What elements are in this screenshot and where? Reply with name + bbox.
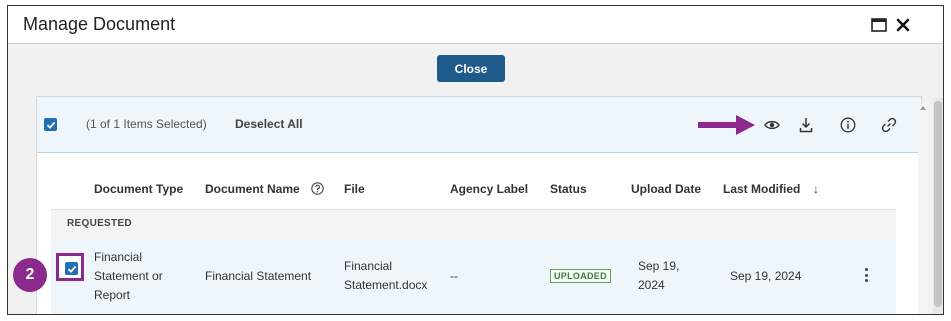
outer-scrollbar[interactable] — [933, 98, 943, 314]
cell-agency-label: -- — [450, 269, 458, 283]
row-checkbox[interactable] — [65, 262, 78, 275]
row-actions-kebab-icon[interactable] — [862, 266, 870, 284]
maximize-icon[interactable] — [869, 15, 889, 35]
info-icon[interactable] — [839, 116, 857, 134]
sort-down-icon[interactable]: ↓ — [813, 182, 819, 196]
help-circle-icon[interactable] — [311, 182, 324, 200]
header-document-type[interactable]: Document Type — [94, 182, 183, 196]
scroll-up-icon[interactable] — [920, 106, 926, 110]
group-label: REQUESTED — [67, 218, 132, 229]
header-agency-label[interactable]: Agency Label — [450, 182, 528, 196]
header-last-modified[interactable]: Last Modified — [723, 182, 800, 196]
download-icon[interactable] — [797, 116, 815, 134]
select-all-checkbox[interactable] — [44, 118, 57, 131]
annotation-arrow-icon — [698, 114, 756, 141]
close-button[interactable]: Close — [437, 55, 505, 82]
close-dialog-icon[interactable] — [893, 15, 913, 35]
cell-document-name: Financial Statement — [205, 269, 312, 283]
dialog-title: Manage Document — [23, 14, 176, 34]
cell-upload-date: Sep 19, 2024 — [638, 259, 680, 292]
manage-document-dialog: Manage Document Close (1 of 1 Items Sele… — [7, 5, 944, 315]
cell-document-type: Financial Statement or Report — [94, 250, 163, 302]
row-checkbox-highlight — [56, 253, 84, 281]
status-badge: UPLOADED — [550, 269, 611, 283]
documents-table: Document Type Document Name File Agency … — [51, 169, 896, 314]
outer-scrollbar-thumb[interactable] — [934, 101, 942, 307]
deselect-all-link[interactable]: Deselect All — [235, 117, 303, 131]
header-status[interactable]: Status — [550, 182, 587, 196]
group-row-requested: REQUESTED — [51, 210, 896, 238]
selection-bar: (1 of 1 Items Selected) Deselect All — [37, 97, 921, 153]
dialog-titlebar: Manage Document — [8, 6, 943, 44]
document-panel: (1 of 1 Items Selected) Deselect All Doc… — [36, 96, 922, 314]
header-document-name[interactable]: Document Name — [205, 182, 300, 196]
step-number-badge: 2 — [13, 258, 47, 292]
inner-scrollbar[interactable] — [918, 104, 928, 314]
selection-count: (1 of 1 Items Selected) — [86, 117, 207, 131]
header-file[interactable]: File — [344, 182, 365, 196]
cell-file: Financial Statement.docx — [344, 259, 428, 292]
table-row[interactable]: Financial Statement or Report Financial … — [51, 238, 896, 314]
link-icon[interactable] — [880, 116, 898, 134]
header-upload-date[interactable]: Upload Date — [631, 182, 701, 196]
eye-icon[interactable] — [763, 116, 781, 134]
cell-last-modified: Sep 19, 2024 — [730, 269, 802, 283]
